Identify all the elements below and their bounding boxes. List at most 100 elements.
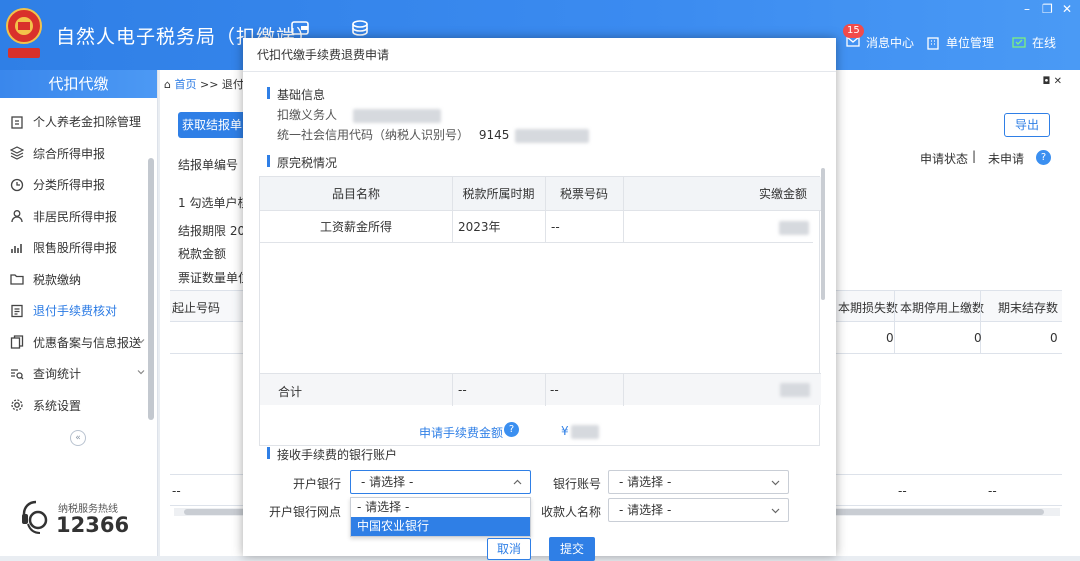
- help-icon[interactable]: ?: [1036, 150, 1051, 165]
- layers-icon: [10, 146, 24, 160]
- column-divider: [545, 177, 546, 243]
- col-amount: 实缴金额: [623, 177, 821, 211]
- bank-select[interactable]: - 请选择 -: [350, 470, 531, 494]
- sidebar-collapse-button[interactable]: «: [70, 430, 86, 446]
- restore-icon[interactable]: ❐: [1042, 2, 1053, 16]
- redacted-value: [570, 424, 599, 439]
- sidebar-item-tax-payment[interactable]: 税款缴纳: [0, 264, 157, 296]
- sidebar-item-classified[interactable]: 分类所得申报: [0, 169, 157, 201]
- payee-select[interactable]: - 请选择 -: [608, 498, 789, 522]
- payee-label: 收款人名称: [540, 505, 601, 519]
- credit-code-label: 统一社会信用代码（纳税人识别号）: [277, 128, 470, 142]
- panel-close-icon[interactable]: ◘ ✕: [1043, 76, 1062, 87]
- basic-info-section: 基础信息: [267, 86, 325, 103]
- submit-button[interactable]: 提交: [549, 537, 595, 561]
- clock-icon: [10, 178, 24, 191]
- sidebar-item-restricted-stock[interactable]: 限售股所得申报: [0, 232, 157, 264]
- unit-management[interactable]: 单位管理: [926, 34, 994, 51]
- search-list-icon: [11, 369, 24, 380]
- column-divider: [623, 374, 624, 406]
- online-status[interactable]: 在线: [1012, 34, 1056, 51]
- sidebar-item-refund-check[interactable]: 退付手续费核对: [0, 295, 157, 327]
- tax-section: 原完税情况: [267, 154, 337, 171]
- sidebar-item-nonresident[interactable]: 非居民所得申报: [0, 201, 157, 233]
- total-ticket: --: [550, 383, 559, 397]
- col-loss: 本期损失数: [838, 301, 899, 315]
- cell-period: 2023年: [452, 211, 545, 243]
- close-icon[interactable]: ✕: [1062, 2, 1072, 16]
- bank-select-value: - 请选择 -: [361, 475, 414, 489]
- breadcrumb-home[interactable]: 首页: [174, 78, 196, 91]
- credit-code-row: 统一社会信用代码（纳税人识别号） 9145: [277, 126, 590, 143]
- building-icon: [927, 36, 939, 50]
- gear-icon: [11, 399, 23, 411]
- tax-emblem-icon: [6, 8, 42, 58]
- fee-amount-label: 申请手续费金额: [419, 426, 504, 440]
- help-icon[interactable]: ?: [504, 422, 519, 437]
- export-button[interactable]: 导出: [1004, 113, 1050, 137]
- dialog-body: 基础信息 扣缴义务人 统一社会信用代码（纳税人识别号） 9145 原完税情况 品…: [243, 72, 836, 556]
- person-icon: [11, 210, 23, 223]
- redacted-value: [779, 220, 809, 235]
- message-center[interactable]: 15 消息中心: [843, 24, 914, 51]
- get-settlement-button[interactable]: 获取结报单: [178, 112, 246, 138]
- sidebar-item-label: 综合所得申报: [33, 146, 106, 161]
- sidebar-item-preferential[interactable]: 优惠备案与信息报送: [0, 327, 157, 359]
- dialog-table-scrollbar[interactable]: [821, 168, 825, 300]
- cell-ticket: --: [545, 211, 623, 243]
- document-icon: [11, 304, 23, 317]
- sidebar-scrollbar[interactable]: [148, 158, 154, 420]
- sidebar-item-label: 税款缴纳: [33, 272, 82, 287]
- fee-amount-value: ¥: [561, 424, 599, 439]
- sidebar-item-label: 退付手续费核对: [33, 304, 118, 319]
- branch-label: 开户银行网点: [268, 505, 341, 519]
- sidebar-item-query[interactable]: 查询统计: [0, 358, 157, 390]
- breadcrumb-separator: >>: [199, 78, 219, 91]
- wallet-icon[interactable]: [290, 18, 310, 38]
- account-label: 银行账号: [552, 477, 601, 491]
- column-divider: [452, 177, 453, 243]
- sidebar-item-comprehensive[interactable]: 综合所得申报: [0, 138, 157, 170]
- tax-table-total: 合计 -- --: [260, 373, 821, 406]
- sidebar-header: 代扣代缴: [0, 70, 157, 98]
- minimize-icon[interactable]: –: [1024, 2, 1030, 16]
- hotline-number: 12366: [56, 513, 130, 537]
- bank-dropdown-list: - 请选择 - 中国农业银行: [350, 497, 531, 537]
- fee-currency: ¥: [561, 424, 569, 438]
- step-text: 1 勾选单户核: [178, 196, 250, 210]
- credit-code-prefix: 9145: [478, 128, 510, 142]
- footer-dash: --: [172, 484, 181, 498]
- sidebar-item-label: 个人养老金扣除管理: [33, 115, 142, 130]
- chevron-down-icon: [137, 370, 145, 375]
- total-period: --: [458, 383, 467, 397]
- headset-icon: [22, 500, 48, 534]
- col-end-stock: 期末结存数: [998, 301, 1059, 315]
- home-icon[interactable]: ⌂: [164, 78, 171, 91]
- dropdown-option-selected[interactable]: 中国农业银行: [351, 517, 530, 536]
- sidebar-item-settings[interactable]: 系统设置: [0, 390, 157, 422]
- ticket-unit-text: 票证数量单位: [178, 271, 251, 285]
- account-select[interactable]: - 请选择 -: [608, 470, 789, 494]
- online-label: 在线: [1032, 36, 1057, 50]
- redacted-value: [515, 128, 590, 143]
- sidebar: 代扣代缴 个人养老金扣除管理 综合所得申报 分类所得申报 非居民所得申报 限售股…: [0, 70, 158, 556]
- cell-stop-paid: 0: [974, 331, 982, 345]
- cell-loss: 0: [886, 331, 894, 345]
- sidebar-item-pension[interactable]: 个人养老金扣除管理: [0, 106, 157, 138]
- tax-amount-text: 税款金额: [178, 247, 227, 261]
- cancel-button[interactable]: 取消: [487, 538, 531, 560]
- chevron-up-icon: [513, 479, 522, 485]
- sidebar-item-label: 限售股所得申报: [33, 241, 118, 256]
- dropdown-option[interactable]: - 请选择 -: [351, 498, 530, 517]
- column-divider: [545, 374, 546, 406]
- col-start-no: 起止号码: [172, 301, 221, 315]
- chevron-down-icon: [137, 338, 145, 343]
- sidebar-item-label: 查询统计: [33, 367, 82, 382]
- refund-dialog: 代扣代缴手续费退费申请 基础信息 扣缴义务人 统一社会信用代码（纳税人识别号） …: [243, 38, 836, 561]
- bar-chart-icon: [11, 243, 22, 253]
- cell-amount: [623, 211, 813, 243]
- coins-icon[interactable]: [350, 18, 370, 38]
- payee-select-value: - 请选择 -: [619, 503, 672, 517]
- col-ticket: 税票号码: [545, 177, 623, 211]
- column-divider: [452, 374, 453, 406]
